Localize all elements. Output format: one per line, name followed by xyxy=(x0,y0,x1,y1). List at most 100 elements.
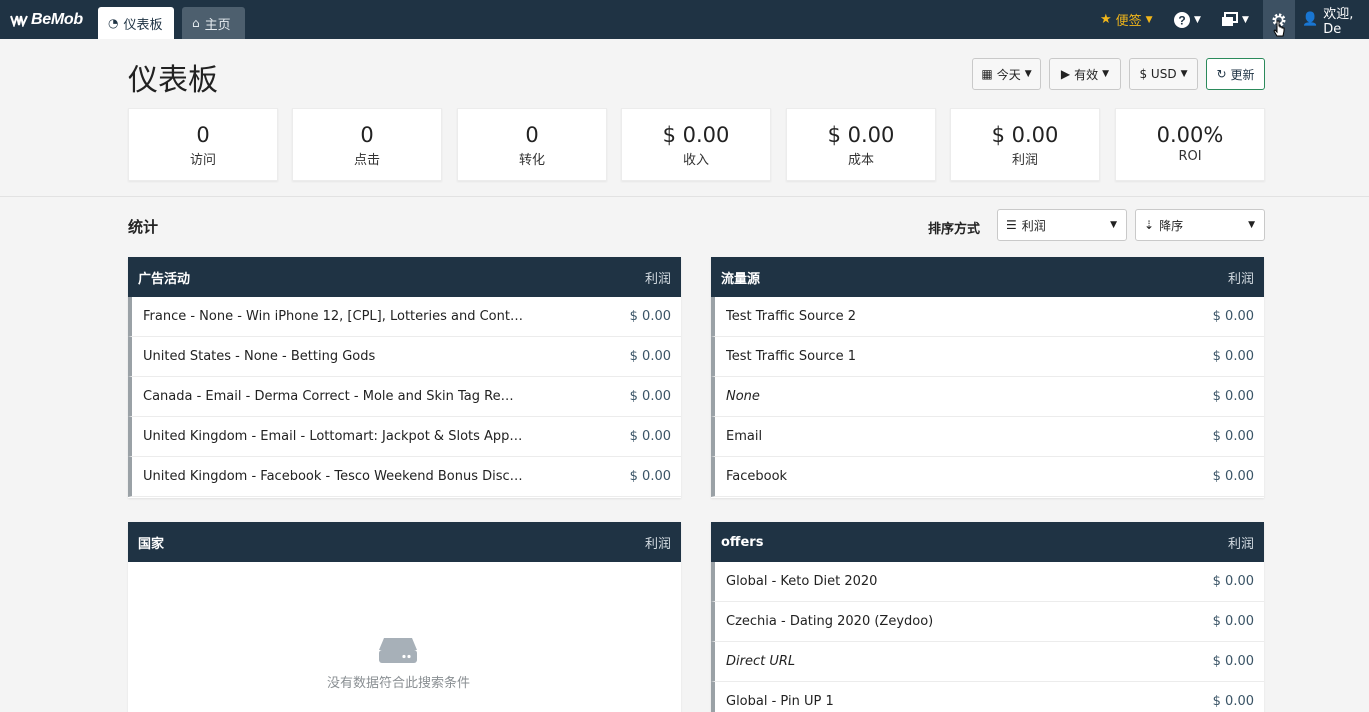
item-name: Global - Keto Diet 2020 xyxy=(726,574,878,589)
item-value: $ 0.00 xyxy=(629,469,671,484)
page-title: 仪表板 xyxy=(128,63,218,98)
item-value: $ 0.00 xyxy=(1212,574,1254,589)
stat-value: 0.00% xyxy=(1156,123,1224,147)
list-item[interactable]: France - None - Win iPhone 12, [CPL], Lo… xyxy=(128,297,681,337)
item-name: Facebook xyxy=(726,469,788,484)
list-item[interactable]: Global - Pin UP 1 $ 0.00 xyxy=(711,682,1264,712)
top-navbar: BeMob ◔ 仪表板 ⌂ 主页 ★ 便签 ▼ ? ▼ ▼ 👤 欢迎, De xyxy=(0,0,1369,39)
stat-label: 转化 xyxy=(518,153,545,168)
chevron-down-icon: ▼ xyxy=(1248,220,1255,230)
list-item[interactable]: None $ 0.00 xyxy=(711,377,1264,417)
user-label: 欢迎, De xyxy=(1323,6,1354,37)
list-item[interactable]: Test Traffic Source 2 $ 0.00 xyxy=(711,297,1264,337)
status-filter-button[interactable]: ▶ 有效 ▼ xyxy=(1049,58,1121,90)
list-item[interactable]: Test Traffic Source 1 $ 0.00 xyxy=(711,337,1264,377)
item-name: Canada - Email - Derma Correct - Mole an… xyxy=(143,389,523,404)
windows-menu[interactable]: ▼ xyxy=(1221,0,1249,39)
notes-label: 便签 xyxy=(1115,14,1142,29)
list-item[interactable]: United Kingdom - Email - Lottomart: Jack… xyxy=(128,417,681,457)
item-value: $ 0.00 xyxy=(1212,694,1254,709)
chevron-down-icon: ▼ xyxy=(1180,69,1188,79)
list-item[interactable]: Canada - Email - Derma Correct - Mole an… xyxy=(128,377,681,417)
traffic-sources-panel: 流量源 利润 Test Traffic Source 2 $ 0.00 Test… xyxy=(711,257,1264,498)
stat-label: 访问 xyxy=(189,153,216,168)
panel-column-label: 利润 xyxy=(1227,271,1254,287)
tab-home-label: 主页 xyxy=(204,17,231,33)
stat-value: 0 xyxy=(196,123,210,147)
sort-by-select[interactable]: ☰ 利润 ▼ xyxy=(997,209,1127,241)
panel-title: 流量源 xyxy=(721,271,761,287)
tab-dashboard-label: 仪表板 xyxy=(123,17,163,33)
stat-card-cost: $ 0.00 成本 xyxy=(786,108,936,181)
help-menu[interactable]: ? ▼ xyxy=(1174,0,1201,39)
refresh-label: 更新 xyxy=(1230,67,1255,82)
item-value: $ 0.00 xyxy=(629,309,671,324)
item-name: United Kingdom - Facebook - Tesco Weeken… xyxy=(143,469,523,484)
windows-icon xyxy=(1222,12,1238,26)
item-name: Test Traffic Source 1 xyxy=(726,349,856,364)
panel-header: 广告活动 利润 xyxy=(128,257,681,297)
brand-logo[interactable]: BeMob xyxy=(10,9,83,31)
bemob-logo-icon xyxy=(10,15,28,27)
star-icon: ★ xyxy=(1100,12,1112,27)
help-icon: ? xyxy=(1174,11,1190,28)
list-item[interactable]: Global - Keto Diet 2020 $ 0.00 xyxy=(711,562,1264,602)
tab-home[interactable]: ⌂ 主页 xyxy=(182,7,245,39)
database-icon xyxy=(379,638,417,663)
panel-column-label: 利润 xyxy=(644,536,671,552)
item-value: $ 0.00 xyxy=(1212,389,1254,404)
currency-button[interactable]: $ USD ▼ xyxy=(1129,58,1198,90)
brand-name: BeMob xyxy=(31,11,83,28)
stat-card-conversions: 0 转化 xyxy=(457,108,607,181)
stat-label: 收入 xyxy=(682,153,709,168)
item-name: United Kingdom - Email - Lottomart: Jack… xyxy=(143,429,523,444)
item-name: Global - Pin UP 1 xyxy=(726,694,834,709)
empty-message: 没有数据符合此搜索条件 xyxy=(326,676,470,691)
user-icon: 👤 xyxy=(1302,12,1319,27)
panel-title: 国家 xyxy=(138,536,165,552)
stat-card-profit: $ 0.00 利润 xyxy=(950,108,1100,181)
sort-label: 排序方式 xyxy=(928,222,981,237)
item-value: $ 0.00 xyxy=(1212,614,1254,629)
stat-card-visits: 0 访问 xyxy=(128,108,278,181)
panel-header: offers 利润 xyxy=(711,522,1264,562)
stat-card-clicks: 0 点击 xyxy=(292,108,442,181)
item-value: $ 0.00 xyxy=(629,349,671,364)
list-item[interactable]: Email $ 0.00 xyxy=(711,417,1264,457)
panel-header: 国家 利润 xyxy=(128,522,681,562)
stat-label: ROI xyxy=(1178,149,1202,164)
chevron-down-icon: ▼ xyxy=(1102,69,1110,79)
user-menu[interactable]: 👤 欢迎, De xyxy=(1302,0,1369,39)
stat-card-roi: 0.00% ROI xyxy=(1115,108,1265,181)
list-item[interactable]: Direct URL $ 0.00 xyxy=(711,642,1264,682)
chevron-down-icon: ▼ xyxy=(1024,69,1032,79)
stat-value: 0 xyxy=(360,123,374,147)
item-name: Test Traffic Source 2 xyxy=(726,309,856,324)
chevron-down-icon: ▼ xyxy=(1194,14,1201,25)
item-name: France - None - Win iPhone 12, [CPL], Lo… xyxy=(143,309,523,324)
notes-menu[interactable]: ★ 便签 ▼ xyxy=(1100,0,1153,39)
item-name: Email xyxy=(726,429,763,444)
item-name: United States - None - Betting Gods xyxy=(143,349,376,364)
list-item[interactable]: Facebook $ 0.00 xyxy=(711,457,1264,497)
tab-dashboard[interactable]: ◔ 仪表板 xyxy=(98,7,174,39)
refresh-button[interactable]: ↻ 更新 xyxy=(1206,58,1265,90)
sort-desc-icon: ⇣ xyxy=(1144,218,1155,232)
panel-column-label: 利润 xyxy=(1227,536,1254,552)
stat-value: $ 0.00 xyxy=(662,123,730,147)
list-item[interactable]: United States - None - Betting Gods $ 0.… xyxy=(128,337,681,377)
date-range-button[interactable]: ▦ 今天 ▼ xyxy=(972,58,1041,90)
item-value: $ 0.00 xyxy=(629,429,671,444)
list-item[interactable]: Czechia - Dating 2020 (Zeydoo) $ 0.00 xyxy=(711,602,1264,642)
item-value: $ 0.00 xyxy=(1212,349,1254,364)
sort-order-value: 降序 xyxy=(1159,218,1184,233)
offers-panel: offers 利润 Global - Keto Diet 2020 $ 0.00… xyxy=(711,522,1264,712)
panel-header: 流量源 利润 xyxy=(711,257,1264,297)
status-filter-label: 有效 xyxy=(1074,67,1099,82)
chevron-down-icon: ▼ xyxy=(1145,14,1153,25)
chevron-down-icon: ▼ xyxy=(1242,14,1249,25)
sort-order-select[interactable]: ⇣ 降序 ▼ xyxy=(1135,209,1265,241)
section-title: 统计 xyxy=(128,218,159,236)
panel-column-label: 利润 xyxy=(644,271,671,287)
list-item[interactable]: United Kingdom - Facebook - Tesco Weeken… xyxy=(128,457,681,497)
